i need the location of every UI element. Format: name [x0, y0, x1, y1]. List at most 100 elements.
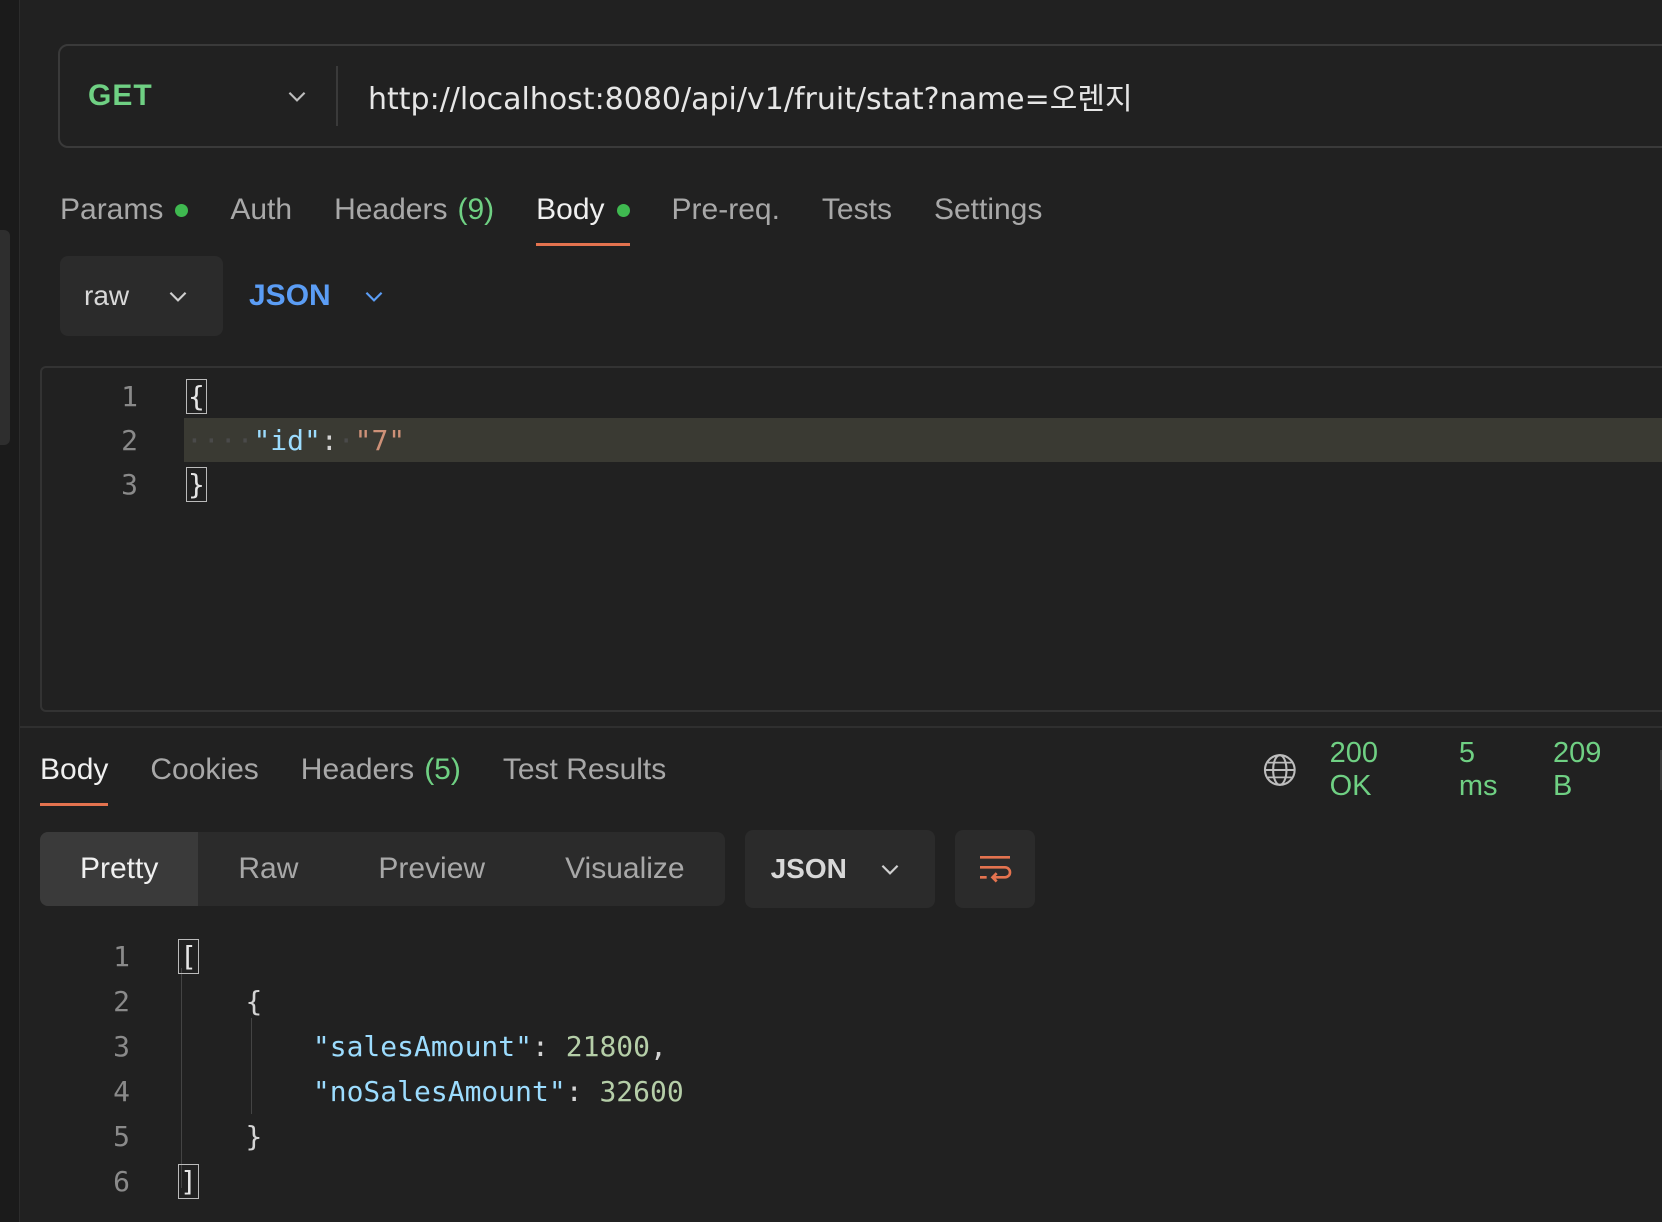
left-rail	[0, 0, 20, 1222]
code-line: 4 "noSalesAmount": 32600	[40, 1069, 1660, 1114]
code-text: {	[178, 985, 262, 1018]
tab-label: Body	[536, 193, 605, 226]
code-text: ····"id":·"7"	[186, 423, 406, 457]
code-line: 2 {	[40, 979, 1660, 1024]
code-line: 3 "salesAmount": 21800,	[40, 1024, 1660, 1069]
code-text: ]	[178, 1164, 199, 1199]
tab-label: Settings	[933, 193, 1043, 226]
response-body-viewer[interactable]: 1 [ 2 { 3 "salesAmount": 21800, 4 "noSal…	[40, 934, 1660, 1222]
tab-label: Body	[40, 753, 109, 786]
tab-test-results[interactable]: Test Results	[503, 740, 666, 800]
tab-label: Test Results	[502, 753, 667, 786]
tab-response-body[interactable]: Body	[40, 740, 109, 806]
tab-response-headers[interactable]: Headers (5)	[301, 740, 461, 800]
line-number: 1	[121, 379, 138, 413]
pane-divider[interactable]	[20, 726, 1662, 728]
method-dropdown[interactable]: GET	[60, 66, 338, 126]
json-number: 21800	[565, 1030, 651, 1063]
current-line-highlight	[184, 418, 1662, 462]
line-number: 3	[121, 467, 138, 501]
response-tabs: Body Cookies Headers (5) Test Results	[40, 740, 708, 806]
line-number: 6	[113, 1165, 130, 1198]
json-value: "7"	[354, 423, 406, 457]
view-preview-button[interactable]: Preview	[338, 832, 525, 906]
tab-label: Headers	[334, 193, 448, 226]
response-size[interactable]: 209 B	[1553, 737, 1628, 803]
line-number: 1	[113, 940, 130, 973]
chevron-down-icon	[288, 91, 306, 102]
line-number: 2	[113, 985, 130, 1018]
code-text: [	[178, 939, 199, 974]
tab-body[interactable]: Body	[536, 180, 630, 246]
code-line: 6 ]	[40, 1159, 1660, 1204]
wrap-lines-button[interactable]	[954, 830, 1035, 908]
brace-open: {	[245, 985, 263, 1018]
tab-label: Headers	[300, 753, 415, 786]
sidebar-resize-handle[interactable]	[0, 230, 10, 445]
json-key: "salesAmount"	[312, 1030, 533, 1063]
tab-auth[interactable]: Auth	[230, 180, 292, 240]
code-line: 1 [	[40, 934, 1660, 979]
view-raw-button[interactable]: Raw	[198, 832, 338, 906]
line-number: 4	[113, 1075, 130, 1108]
json-number: 32600	[599, 1075, 684, 1108]
wrap-lines-icon	[979, 856, 1011, 883]
body-language-select[interactable]: JSON	[249, 279, 387, 313]
code-text: }	[186, 466, 207, 502]
request-tabs: Params Auth Headers (9) Body Pre-req. Te…	[60, 180, 1084, 246]
tab-cookies[interactable]: Cookies	[150, 740, 258, 800]
json-key: "noSalesAmount"	[312, 1075, 566, 1108]
code-line: 1 {	[42, 374, 1662, 418]
bracket-open: [	[178, 939, 199, 974]
body-language-label: JSON	[249, 279, 331, 312]
tab-label: Tests	[821, 193, 892, 226]
tab-tests[interactable]: Tests	[822, 180, 892, 240]
url-input[interactable]: http://localhost:8080/api/v1/fruit/stat?…	[368, 74, 1133, 118]
code-line-highlighted: 2 ····"id":·"7"	[42, 418, 1662, 462]
request-body-editor[interactable]: 1 { 2 ····"id":·"7" 3 }	[40, 366, 1662, 712]
view-mode-switch: Pretty Raw Preview Visualize	[40, 832, 725, 906]
response-format-select[interactable]: JSON	[744, 830, 935, 908]
response-view-row: Pretty Raw Preview Visualize JSON	[40, 830, 1035, 908]
code-text: "noSalesAmount": 32600	[312, 1075, 684, 1108]
json-colon: :	[320, 423, 338, 457]
code-text: "salesAmount": 21800,	[312, 1030, 667, 1063]
tab-label: Pre-req.	[671, 193, 780, 226]
bracket-close: ]	[178, 1164, 199, 1199]
view-visualize-button[interactable]: Visualize	[525, 832, 725, 906]
tab-label: Auth	[230, 193, 293, 226]
response-format-label: JSON	[770, 853, 847, 884]
headers-count: (9)	[457, 193, 495, 226]
chevron-down-icon	[169, 291, 187, 302]
tab-label: Params	[60, 193, 164, 226]
view-pretty-button[interactable]: Pretty	[40, 832, 199, 906]
status-code[interactable]: 200 OK	[1330, 737, 1427, 803]
tab-label: Cookies	[150, 753, 259, 786]
brace-close: }	[245, 1120, 263, 1153]
body-mode-label: raw	[84, 280, 130, 311]
code-text: }	[178, 1120, 262, 1153]
json-key: "id"	[253, 423, 321, 457]
tab-pre-request[interactable]: Pre-req.	[672, 180, 780, 240]
brace-close: }	[186, 466, 207, 502]
tab-headers[interactable]: Headers (9)	[334, 180, 494, 240]
code-line: 5 }	[40, 1114, 1660, 1159]
status-dot	[616, 203, 630, 217]
request-url-bar: GET http://localhost:8080/api/v1/fruit/s…	[58, 44, 1662, 148]
brace-open: {	[186, 378, 207, 414]
line-number: 3	[113, 1030, 130, 1063]
method-label: GET	[88, 79, 153, 112]
tab-params[interactable]: Params	[60, 180, 189, 240]
code-line: 3 }	[42, 462, 1662, 506]
tab-settings[interactable]: Settings	[934, 180, 1042, 240]
response-status-bar: 200 OK 5 ms 209 B	[1262, 737, 1662, 803]
globe-icon[interactable]	[1262, 752, 1298, 788]
headers-count: (5)	[424, 753, 461, 786]
body-mode-select[interactable]: raw	[60, 256, 223, 336]
chevron-down-icon	[365, 291, 383, 302]
line-number: 5	[113, 1120, 130, 1153]
response-time[interactable]: 5 ms	[1459, 737, 1521, 803]
body-format-row: raw JSON	[60, 256, 387, 336]
code-text: {	[186, 378, 207, 414]
status-dot	[175, 203, 189, 217]
